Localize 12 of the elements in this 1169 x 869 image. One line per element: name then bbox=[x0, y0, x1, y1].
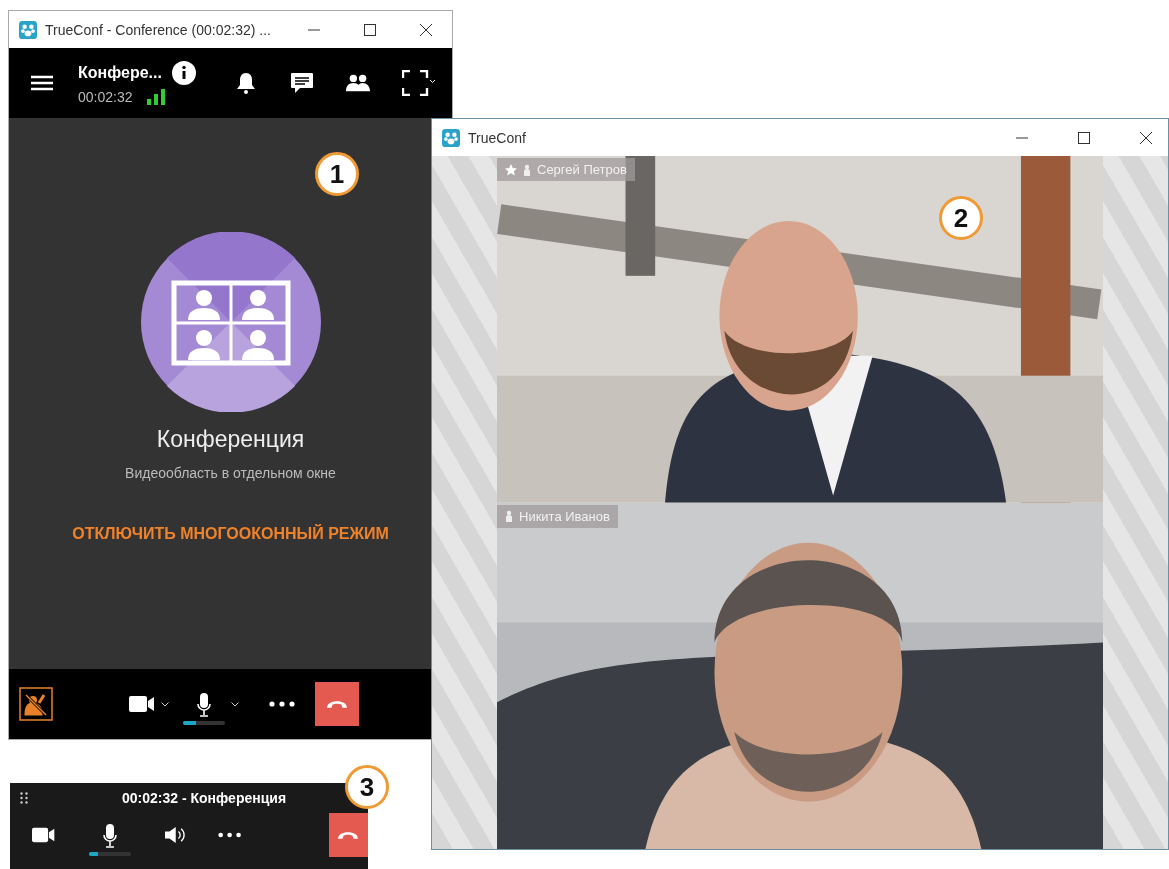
callout-number: 1 bbox=[315, 152, 359, 196]
placeholder-subtitle: Видеообласть в отдельном окне bbox=[125, 465, 336, 481]
window-title: TrueConf bbox=[468, 129, 527, 146]
window-title: TrueConf - Conference (00:02:32) ... bbox=[45, 21, 272, 38]
callout-number: 3 bbox=[345, 765, 389, 809]
elapsed-time: 00:02:32 bbox=[78, 89, 133, 105]
participant-name: Сергей Петров bbox=[537, 162, 627, 177]
disable-multiwindow-link[interactable]: ОТКЛЮЧИТЬ МНОГООКОННЫЙ РЕЖИМ bbox=[72, 525, 389, 543]
participant-name: Никита Иванов bbox=[519, 508, 610, 524]
placeholder-title: Конференция bbox=[156, 426, 305, 453]
mini-bar-title: 00:02:32 - Конференция bbox=[122, 790, 287, 806]
conference-name: Конфере... bbox=[78, 64, 162, 82]
